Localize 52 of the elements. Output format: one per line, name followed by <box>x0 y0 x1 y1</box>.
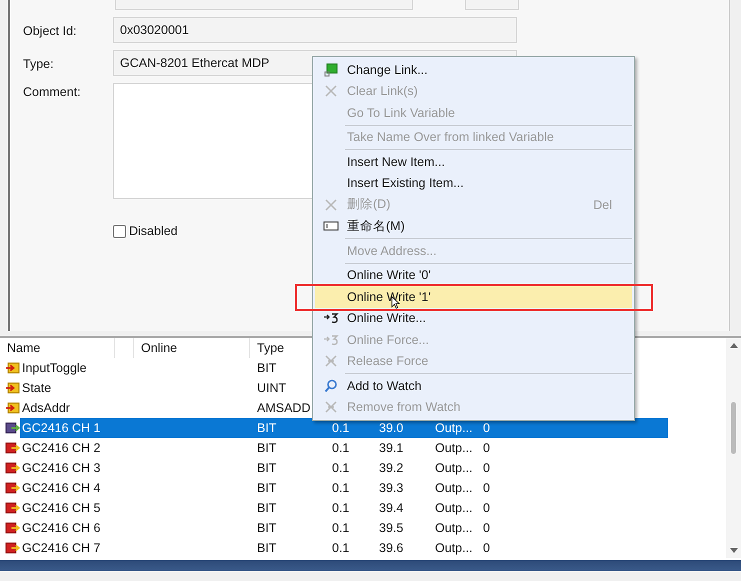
table-cell: BIT <box>257 521 276 535</box>
table-cell-text: State <box>21 381 52 395</box>
table-cell: 0.1 <box>332 501 350 515</box>
table-cell-text: GC2416 CH 7 <box>21 541 102 555</box>
table-cell: 39.1 <box>379 441 404 455</box>
table-cell: 39.2 <box>379 461 404 475</box>
table-cell: 0.1 <box>332 441 350 455</box>
table-cell: 0 <box>483 541 490 555</box>
table-cell: 0 <box>483 461 490 475</box>
table-cell: 0 <box>483 501 490 515</box>
table-cell-text: GC2416 CH 3 <box>21 461 102 475</box>
table-cell-text: GC2416 CH 5 <box>21 501 102 515</box>
table-cell: BIT <box>257 481 276 495</box>
table-cell: 0 <box>483 481 490 495</box>
field-label: Comment: <box>23 84 82 99</box>
table-cell: Outp... <box>435 481 473 495</box>
table-cell: 0 <box>483 421 490 435</box>
table-cell-text: GC2416 CH 4 <box>21 481 102 495</box>
table-cell: 39.5 <box>379 521 404 535</box>
table-cell: BIT <box>257 541 276 555</box>
field-label: Object Id: <box>23 23 78 38</box>
table-cell: 0 <box>483 441 490 455</box>
table-cell: 0.1 <box>332 541 350 555</box>
table-cell-text: InputToggle <box>21 361 88 375</box>
table-cell: Outp... <box>435 501 473 515</box>
table-cell: 0.1 <box>332 461 350 475</box>
table-cell: AMSADD <box>257 401 310 415</box>
table-cell: Outp... <box>435 461 473 475</box>
table-cell: 39.6 <box>379 541 404 555</box>
table-cell: 0.1 <box>332 521 350 535</box>
table-cell: 0.1 <box>332 481 350 495</box>
table-cell: UINT <box>257 381 286 395</box>
table-cell-text: AdsAddr <box>21 401 71 415</box>
table-cell-text: GC2416 CH 6 <box>21 521 102 535</box>
table-cell: Outp... <box>435 541 473 555</box>
table-cell: Outp... <box>435 521 473 535</box>
field-label: Type: <box>23 56 55 71</box>
table-cell: BIT <box>257 361 276 375</box>
table-cell: BIT <box>257 461 276 475</box>
table-cell: 39.0 <box>379 421 404 435</box>
table-cell: 39.3 <box>379 481 404 495</box>
table-cell: Outp... <box>435 421 473 435</box>
table-cell: 0 <box>483 521 490 535</box>
table-cell-text: GC2416 CH 1 <box>21 421 102 435</box>
table-cell-text: GC2416 CH 2 <box>21 441 102 455</box>
table-cell: BIT <box>257 421 276 435</box>
checkbox-label: Disabled <box>129 224 178 238</box>
table-cell: BIT <box>257 501 276 515</box>
table-cell: Outp... <box>435 441 473 455</box>
table-cell: 39.4 <box>379 501 404 515</box>
table-cell: 0.1 <box>332 421 350 435</box>
table-cell: BIT <box>257 441 276 455</box>
